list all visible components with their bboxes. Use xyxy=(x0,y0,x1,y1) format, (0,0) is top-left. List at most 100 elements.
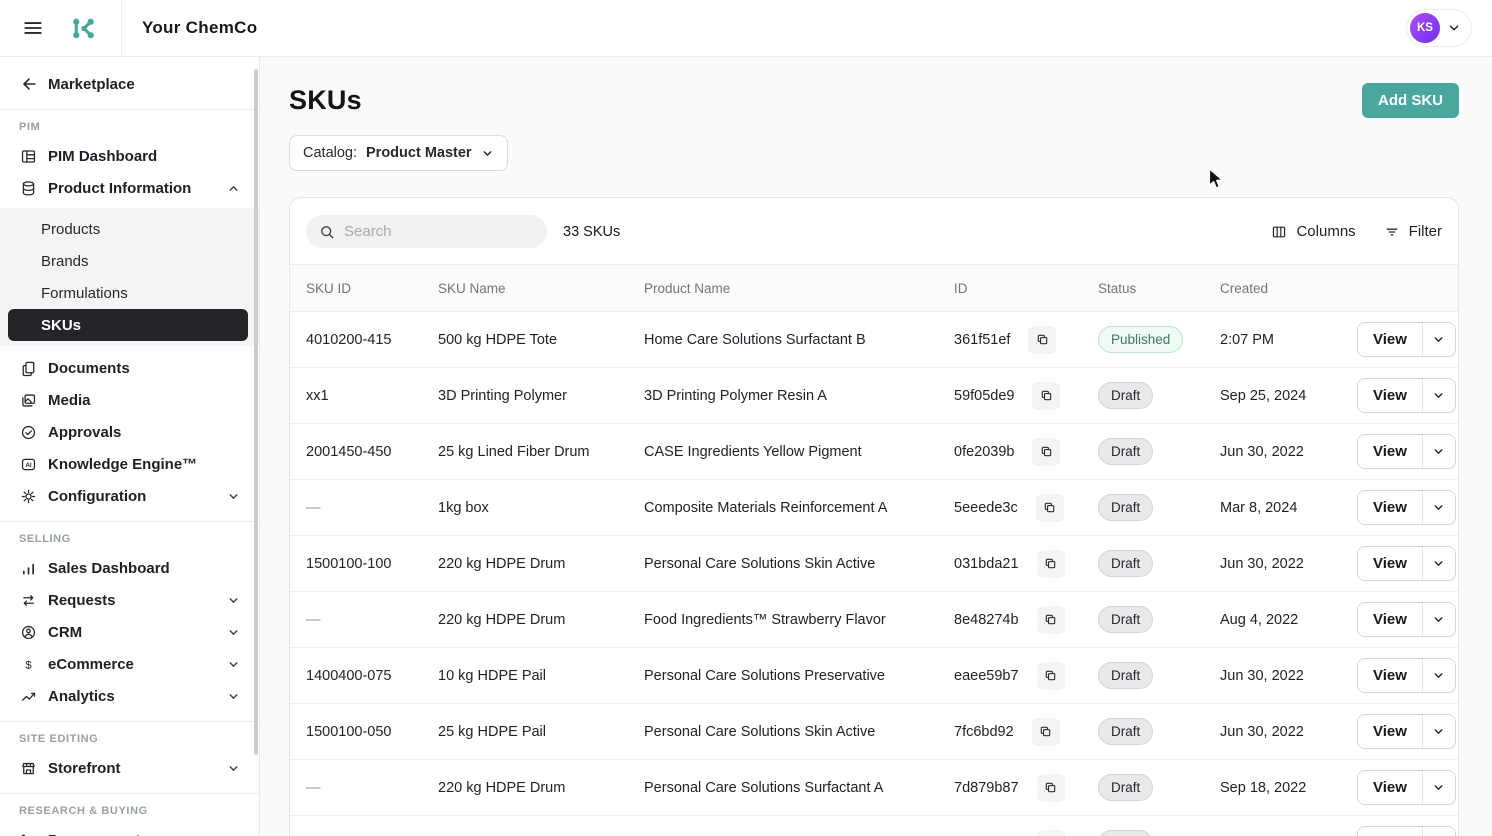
status-badge: Draft xyxy=(1098,718,1153,746)
sidebar-item-marketplace[interactable]: Marketplace xyxy=(0,68,259,100)
row-actions-chevron-button[interactable] xyxy=(1423,827,1455,836)
header-product-name[interactable]: Product Name xyxy=(644,281,954,296)
copy-id-button[interactable] xyxy=(1028,326,1056,354)
sidebar-divider xyxy=(0,521,259,522)
table-row: — 1kg box Composite Materials Reinforcem… xyxy=(290,480,1458,536)
filter-button[interactable]: Filter xyxy=(1384,223,1442,240)
cell-id-group: eaee59b7 xyxy=(954,662,1098,690)
cell-id-group: 7fc6bd92 xyxy=(954,718,1098,746)
cell-actions: View xyxy=(1357,434,1458,469)
header-sku-id[interactable]: SKU ID xyxy=(290,281,438,296)
row-actions-chevron-button[interactable] xyxy=(1423,603,1455,636)
sidebar-item-procurement[interactable]: Procurement xyxy=(0,824,259,836)
row-actions-chevron-button[interactable] xyxy=(1423,547,1455,580)
view-button[interactable]: View xyxy=(1358,491,1423,524)
storefront-icon xyxy=(19,760,38,777)
sidebar-item-documents[interactable]: Documents xyxy=(0,352,259,384)
cell-status: Draft xyxy=(1098,830,1220,836)
search-box[interactable] xyxy=(306,215,547,248)
copy-id-button[interactable] xyxy=(1036,494,1064,522)
cell-sku-name: 220 kg HDPE Drum xyxy=(438,780,644,796)
cell-id-group: 0fe2039b xyxy=(954,438,1098,466)
sidebar-item-product-information[interactable]: Product Information xyxy=(0,172,259,204)
view-button[interactable]: View xyxy=(1358,323,1423,356)
cell-actions: View xyxy=(1357,826,1458,836)
sidebar-item-analytics[interactable]: Analytics xyxy=(0,680,259,712)
cell-created: Sep 25, 2024 xyxy=(1220,388,1357,404)
sidebar-item-knowledge-engine[interactable]: AIKnowledge Engine™ xyxy=(0,448,259,480)
user-menu-button[interactable]: KS xyxy=(1406,9,1472,47)
copy-id-button[interactable] xyxy=(1037,606,1065,634)
search-input[interactable] xyxy=(344,223,534,240)
copy-id-button[interactable] xyxy=(1037,774,1065,802)
row-actions-chevron-button[interactable] xyxy=(1423,323,1455,356)
sidebar-item-label: Product Information xyxy=(48,180,191,197)
status-badge: Draft xyxy=(1098,494,1153,522)
cell-product-name: Personal Care Solutions Preservative xyxy=(644,668,954,684)
sidebar-item-ecommerce[interactable]: $eCommerce xyxy=(0,648,259,680)
cell-sku-name: 220 kg HDPE Drum xyxy=(438,612,644,628)
row-actions: View xyxy=(1357,490,1456,525)
header-created[interactable]: Created xyxy=(1220,281,1357,296)
cell-sku-id: — xyxy=(290,500,438,516)
sidebar-item-formulations[interactable]: Formulations xyxy=(0,277,259,309)
menu-hamburger-icon[interactable] xyxy=(20,15,46,41)
cell-created: Mar 8, 2024 xyxy=(1220,500,1357,516)
columns-button[interactable]: Columns xyxy=(1271,223,1355,240)
sidebar-item-products[interactable]: Products xyxy=(0,213,259,245)
sidebar-item-requests[interactable]: Requests xyxy=(0,584,259,616)
cell-sku-id: 1500100-050 xyxy=(290,724,438,740)
svg-text:AI: AI xyxy=(25,461,32,468)
view-button[interactable]: View xyxy=(1358,715,1423,748)
view-button[interactable]: View xyxy=(1358,603,1423,636)
cell-id: eaee59b7 xyxy=(954,668,1019,684)
status-badge: Draft xyxy=(1098,606,1153,634)
row-actions-chevron-button[interactable] xyxy=(1423,715,1455,748)
sidebar-item-label: PIM Dashboard xyxy=(48,148,157,165)
database-icon xyxy=(19,180,38,197)
header-sku-name[interactable]: SKU Name xyxy=(438,281,644,296)
cell-created: Sep 18, 2022 xyxy=(1220,780,1357,796)
sidebar-item-skus[interactable]: SKUs xyxy=(8,309,248,341)
sidebar-item-brands[interactable]: Brands xyxy=(0,245,259,277)
view-button[interactable]: View xyxy=(1358,827,1423,836)
row-actions-chevron-button[interactable] xyxy=(1423,659,1455,692)
sidebar-item-pim-dashboard[interactable]: PIM Dashboard xyxy=(0,140,259,172)
sidebar-item-storefront[interactable]: Storefront xyxy=(0,752,259,784)
filter-label: Filter xyxy=(1409,223,1442,240)
sidebar-item-configuration[interactable]: Configuration xyxy=(0,480,259,512)
header-status[interactable]: Status xyxy=(1098,281,1220,296)
cell-product-name: CASE Ingredients Yellow Pigment xyxy=(644,444,954,460)
sidebar-item-sales-dashboard[interactable]: Sales Dashboard xyxy=(0,552,259,584)
brand-logo-icon[interactable] xyxy=(68,13,99,44)
row-actions-chevron-button[interactable] xyxy=(1423,435,1455,468)
status-badge: Draft xyxy=(1098,774,1153,802)
catalog-value: Product Master xyxy=(366,145,472,161)
cell-sku-id: 4010200-415 xyxy=(290,332,438,348)
chevron-down-icon xyxy=(224,626,243,639)
copy-id-button[interactable] xyxy=(1037,550,1065,578)
sidebar-item-crm[interactable]: CRM xyxy=(0,616,259,648)
row-actions-chevron-button[interactable] xyxy=(1423,771,1455,804)
row-actions-chevron-button[interactable] xyxy=(1423,379,1455,412)
table-row: 1400400-075 10 kg HDPE Pail Personal Car… xyxy=(290,648,1458,704)
sidebar-item-approvals[interactable]: Approvals xyxy=(0,416,259,448)
add-sku-button[interactable]: Add SKU xyxy=(1362,83,1459,118)
view-button[interactable]: View xyxy=(1358,659,1423,692)
view-button[interactable]: View xyxy=(1358,379,1423,412)
row-actions-chevron-button[interactable] xyxy=(1423,491,1455,524)
view-button[interactable]: View xyxy=(1358,435,1423,468)
header-id[interactable]: ID xyxy=(954,281,1098,296)
catalog-select[interactable]: Catalog: Product Master xyxy=(289,135,508,171)
sidebar-scrollbar[interactable] xyxy=(254,69,258,755)
copy-id-button[interactable] xyxy=(1037,662,1065,690)
cell-status: Draft xyxy=(1098,494,1220,522)
view-button[interactable]: View xyxy=(1358,771,1423,804)
view-button[interactable]: View xyxy=(1358,547,1423,580)
table-row: — 220 kg HDPE Drum Food Ingredients™ Str… xyxy=(290,592,1458,648)
copy-id-button[interactable] xyxy=(1032,382,1060,410)
sidebar-item-media[interactable]: Media xyxy=(0,384,259,416)
copy-id-button[interactable] xyxy=(1037,830,1065,836)
copy-id-button[interactable] xyxy=(1032,718,1060,746)
copy-id-button[interactable] xyxy=(1032,438,1060,466)
